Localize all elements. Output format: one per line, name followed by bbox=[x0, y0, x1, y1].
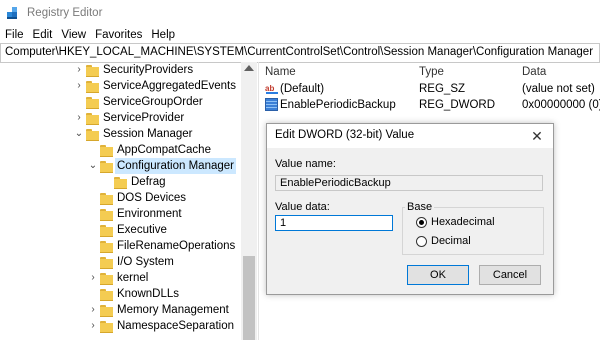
folder-icon bbox=[100, 273, 113, 285]
base-label: Base bbox=[405, 201, 435, 213]
folder-icon bbox=[100, 193, 113, 205]
value-data-input[interactable]: 1 bbox=[275, 215, 393, 231]
tree-item-label: ServiceProvider bbox=[103, 112, 185, 124]
value-name-label: Value name: bbox=[275, 158, 336, 170]
decimal-label[interactable]: Decimal bbox=[431, 235, 471, 247]
value-name-field: EnablePeriodicBackup bbox=[275, 175, 543, 191]
folder-icon bbox=[86, 65, 99, 77]
folder-icon bbox=[100, 145, 113, 157]
value-name: (Default) bbox=[280, 83, 325, 95]
value-type: REG_DWORD bbox=[419, 99, 496, 111]
menu-view[interactable]: View bbox=[56, 27, 90, 43]
folder-icon bbox=[100, 225, 113, 237]
tree-item-label: kernel bbox=[117, 272, 149, 284]
chevron-right-icon[interactable]: › bbox=[88, 302, 98, 318]
chevron-right-icon[interactable]: › bbox=[74, 110, 84, 126]
scroll-up-arrow-icon[interactable] bbox=[244, 65, 254, 71]
chevron-right-icon[interactable]: › bbox=[74, 78, 84, 94]
no-expander bbox=[88, 206, 98, 222]
no-expander bbox=[88, 222, 98, 238]
no-expander bbox=[88, 254, 98, 270]
column-header-data[interactable]: Data bbox=[522, 64, 546, 80]
column-header-name[interactable]: Name bbox=[265, 64, 296, 80]
hexadecimal-label[interactable]: Hexadecimal bbox=[431, 216, 495, 228]
no-expander bbox=[102, 174, 112, 190]
tree-item-label: AppCompatCache bbox=[117, 144, 211, 156]
tree-item-label: Session Manager bbox=[103, 128, 193, 140]
folder-icon bbox=[100, 241, 113, 253]
chevron-right-icon[interactable]: › bbox=[74, 62, 84, 78]
close-icon[interactable]: ✕ bbox=[529, 128, 545, 144]
no-expander bbox=[88, 142, 98, 158]
cancel-button[interactable]: Cancel bbox=[479, 265, 541, 285]
tree-item-label: Memory Management bbox=[117, 304, 229, 316]
no-expander bbox=[74, 94, 84, 110]
value-type: REG_SZ bbox=[419, 83, 466, 95]
value-data-label: Value data: bbox=[275, 201, 330, 213]
tree-item-label: NamespaceSeparation bbox=[117, 320, 234, 332]
tree-item-label: Configuration Manager bbox=[115, 158, 236, 174]
ok-button[interactable]: OK bbox=[407, 265, 469, 285]
value-name: EnablePeriodicBackup bbox=[280, 99, 396, 111]
folder-icon bbox=[86, 97, 99, 109]
tree-item-label: Executive bbox=[117, 224, 167, 236]
tree-item-label: I/O System bbox=[117, 256, 174, 268]
chevron-right-icon[interactable]: › bbox=[88, 318, 98, 334]
folder-icon bbox=[100, 289, 113, 301]
address-bar[interactable]: Computer\HKEY_LOCAL_MACHINE\SYSTEM\Curre… bbox=[0, 43, 600, 63]
tree-item-label: ServiceGroupOrder bbox=[103, 96, 203, 108]
chevron-down-icon[interactable]: ⌄ bbox=[88, 158, 98, 174]
folder-icon bbox=[86, 129, 99, 141]
folder-icon bbox=[100, 257, 113, 269]
folder-icon bbox=[100, 305, 113, 317]
tree-item-label: Environment bbox=[117, 208, 182, 220]
hexadecimal-radio[interactable] bbox=[416, 217, 427, 228]
dword-value-icon bbox=[265, 98, 278, 111]
folder-icon bbox=[100, 161, 113, 173]
tree-item-label: KnownDLLs bbox=[117, 288, 180, 300]
value-data: (value not set) bbox=[522, 83, 595, 95]
no-expander bbox=[88, 238, 98, 254]
menu-bar: File Edit View Favorites Help bbox=[0, 27, 179, 43]
folder-icon bbox=[86, 113, 99, 125]
tree-item-label: FileRenameOperations bbox=[117, 240, 236, 252]
dialog-title-bar: Edit DWORD (32-bit) Value ✕ bbox=[267, 124, 553, 148]
chevron-right-icon[interactable]: › bbox=[88, 270, 98, 286]
address-path: Computer\HKEY_LOCAL_MACHINE\SYSTEM\Curre… bbox=[5, 46, 594, 58]
menu-edit[interactable]: Edit bbox=[28, 27, 57, 43]
decimal-radio[interactable] bbox=[416, 236, 427, 247]
folder-icon bbox=[100, 321, 113, 333]
list-row[interactable]: ab (Default) REG_SZ (value not set) bbox=[262, 81, 600, 97]
value-data: 0x00000000 (0) bbox=[522, 99, 600, 111]
no-expander bbox=[88, 190, 98, 206]
tree-item-label: SecurityProviders bbox=[103, 64, 194, 76]
title-bar: Registry Editor bbox=[0, 0, 600, 26]
folder-icon bbox=[114, 177, 127, 189]
chevron-down-icon[interactable]: ⌄ bbox=[74, 126, 84, 142]
key-tree: › SecurityProviders › ServiceAggregatedEven… bbox=[0, 62, 259, 340]
window-title: Registry Editor bbox=[27, 7, 103, 19]
tree-item-label: Defrag bbox=[131, 176, 166, 188]
dialog-title: Edit DWORD (32-bit) Value bbox=[275, 129, 415, 141]
scroll-thumb[interactable] bbox=[243, 256, 255, 340]
menu-favorites[interactable]: Favorites bbox=[90, 27, 146, 43]
folder-icon bbox=[86, 81, 99, 93]
registry-editor-icon bbox=[7, 7, 17, 19]
edit-dword-dialog: Edit DWORD (32-bit) Value ✕ Value name: … bbox=[266, 123, 554, 295]
menu-file[interactable]: File bbox=[0, 27, 28, 43]
list-row[interactable]: EnablePeriodicBackup REG_DWORD 0x0000000… bbox=[262, 97, 600, 113]
tree-item-label: ServiceAggregatedEvents bbox=[103, 80, 236, 92]
base-groupbox bbox=[402, 207, 544, 255]
menu-help[interactable]: Help bbox=[146, 27, 179, 43]
tree-item-label: DOS Devices bbox=[117, 192, 187, 204]
column-header-type[interactable]: Type bbox=[419, 64, 444, 80]
folder-icon bbox=[100, 209, 113, 221]
tree-scrollbar[interactable] bbox=[241, 62, 257, 340]
no-expander bbox=[88, 286, 98, 302]
string-value-icon: ab bbox=[265, 82, 279, 95]
